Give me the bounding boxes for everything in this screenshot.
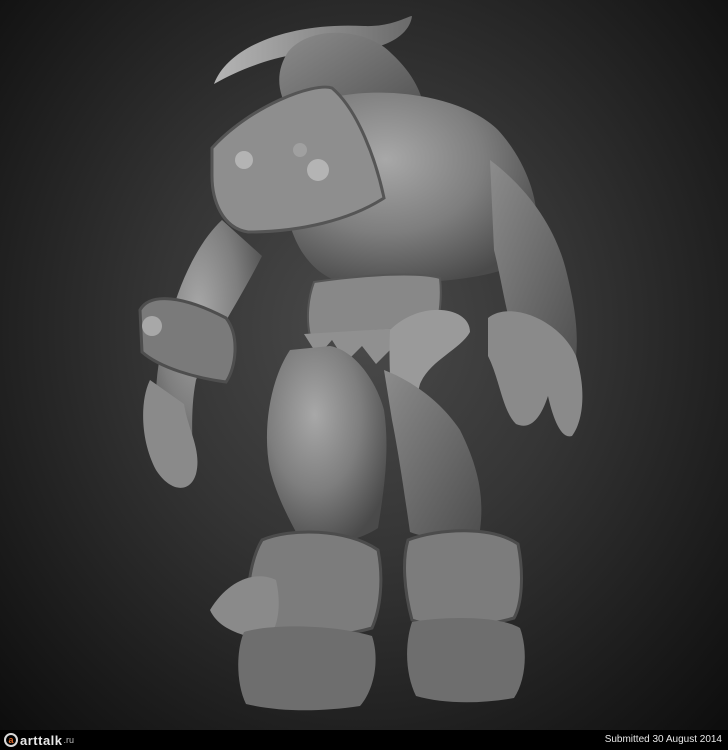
render-viewport	[0, 0, 728, 730]
armor-stud	[235, 151, 253, 169]
submitted-date: Submitted 30 August 2014	[604, 734, 722, 745]
footer-bar: a arttalk .ru Submitted 30 August 2014	[0, 730, 728, 750]
arttalk-logo[interactable]: a arttalk .ru	[4, 732, 74, 748]
left-hoof	[238, 626, 376, 711]
right-leg	[384, 370, 482, 538]
bracer-stud	[142, 316, 162, 336]
left-leg	[266, 346, 387, 544]
logo-text: arttalk	[20, 732, 63, 748]
minotaur-sculpt-image	[138, 16, 583, 711]
right-greave	[403, 529, 523, 629]
logo-domain: .ru	[63, 735, 75, 745]
logo-icon: a	[4, 733, 18, 747]
armor-stud	[293, 143, 307, 157]
right-hoof	[407, 618, 525, 703]
armor-stud	[307, 159, 329, 181]
